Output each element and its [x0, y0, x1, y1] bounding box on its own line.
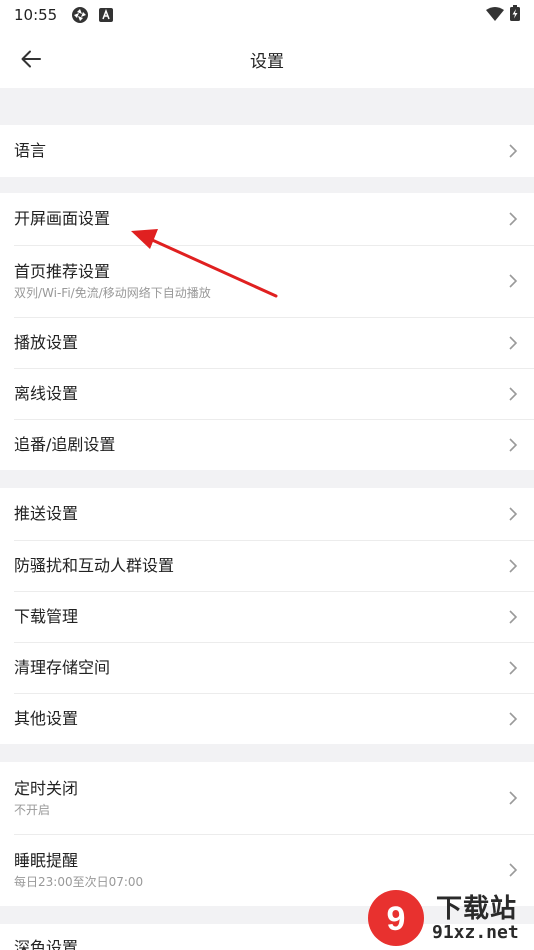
settings-item-language[interactable]: 语言 [0, 125, 534, 177]
watermark-logo-icon: 9 [368, 890, 424, 946]
settings-item-label: 离线设置 [14, 383, 79, 403]
chevron-right-icon [509, 507, 518, 521]
settings-item-anti-harassment[interactable]: 防骚扰和互动人群设置 [0, 540, 534, 591]
aperture-icon [71, 6, 89, 24]
settings-item-other[interactable]: 其他设置 [0, 693, 534, 744]
settings-item-subtitle: 每日23:00至次日07:00 [14, 874, 144, 889]
chevron-right-icon [509, 711, 518, 726]
settings-section-general: 推送设置 防骚扰和互动人群设置 下载管理 清理存储空间 其他设置 [0, 488, 534, 744]
a-badge-icon [99, 8, 114, 22]
watermark-title: 下载站 [436, 894, 518, 924]
battery-charging-icon [510, 5, 520, 25]
chevron-right-icon [509, 144, 518, 158]
settings-item-clear-storage[interactable]: 清理存储空间 [0, 642, 534, 693]
settings-item-splash-screen[interactable]: 开屏画面设置 [0, 193, 534, 245]
settings-item-label: 其他设置 [14, 708, 79, 728]
settings-item-label: 下载管理 [14, 606, 79, 626]
chevron-right-icon [509, 660, 518, 675]
status-right-icons [486, 5, 520, 25]
chevron-right-icon [509, 863, 518, 877]
settings-item-subtitle: 双列/Wi-Fi/免流/移动网络下自动播放 [14, 285, 211, 300]
chevron-right-icon [509, 212, 518, 226]
settings-section-language: 语言 [0, 125, 534, 177]
settings-item-download-manager[interactable]: 下载管理 [0, 591, 534, 642]
chevron-right-icon [509, 791, 518, 805]
settings-item-label: 深色设置 [14, 938, 79, 950]
chevron-right-icon [509, 558, 518, 573]
settings-item-label: 追番/追剧设置 [14, 434, 116, 454]
back-button[interactable] [14, 43, 48, 75]
chevron-right-icon [509, 386, 518, 401]
status-time: 10:55 [14, 6, 58, 24]
arrow-left-icon [21, 50, 41, 68]
status-bar: 10:55 [0, 0, 534, 30]
site-watermark: 9 下载站 91xz.net [364, 886, 534, 950]
settings-item-label: 防骚扰和互动人群设置 [14, 555, 175, 575]
settings-item-label: 播放设置 [14, 332, 79, 352]
page-title: 设置 [250, 51, 284, 72]
settings-item-follow-series[interactable]: 追番/追剧设置 [0, 419, 534, 470]
chevron-right-icon [509, 437, 518, 452]
app-header: 设置 [0, 30, 534, 88]
settings-item-label: 睡眠提醒 [14, 850, 79, 870]
settings-item-label: 清理存储空间 [14, 657, 111, 677]
settings-item-label: 语言 [14, 141, 47, 160]
settings-item-offline[interactable]: 离线设置 [0, 368, 534, 419]
watermark-logo-text: 9 [387, 900, 406, 938]
settings-item-label: 首页推荐设置 [14, 261, 111, 281]
wifi-icon [486, 6, 504, 25]
settings-item-label: 推送设置 [14, 504, 79, 523]
chevron-right-icon [509, 609, 518, 624]
chevron-right-icon [509, 335, 518, 350]
settings-item-label: 开屏画面设置 [14, 209, 111, 228]
watermark-domain: 91xz.net [432, 922, 519, 943]
settings-item-playback[interactable]: 播放设置 [0, 317, 534, 368]
settings-item-sleep-timer[interactable]: 定时关闭 不开启 [0, 762, 534, 834]
settings-item-home-recommend[interactable]: 首页推荐设置 双列/Wi-Fi/免流/移动网络下自动播放 [0, 245, 534, 317]
settings-item-label: 定时关闭 [14, 778, 79, 798]
settings-item-subtitle: 不开启 [14, 802, 51, 817]
chevron-right-icon [509, 274, 518, 288]
settings-section-content: 开屏画面设置 首页推荐设置 双列/Wi-Fi/免流/移动网络下自动播放 播放设置… [0, 193, 534, 470]
settings-section-timer: 定时关闭 不开启 睡眠提醒 每日23:00至次日07:00 [0, 762, 534, 906]
settings-item-push[interactable]: 推送设置 [0, 488, 534, 540]
settings-screen: 10:55 设置 语言 开屏画面设置 首页推荐设置 双列/Wi-Fi/免流/移动… [0, 0, 534, 950]
